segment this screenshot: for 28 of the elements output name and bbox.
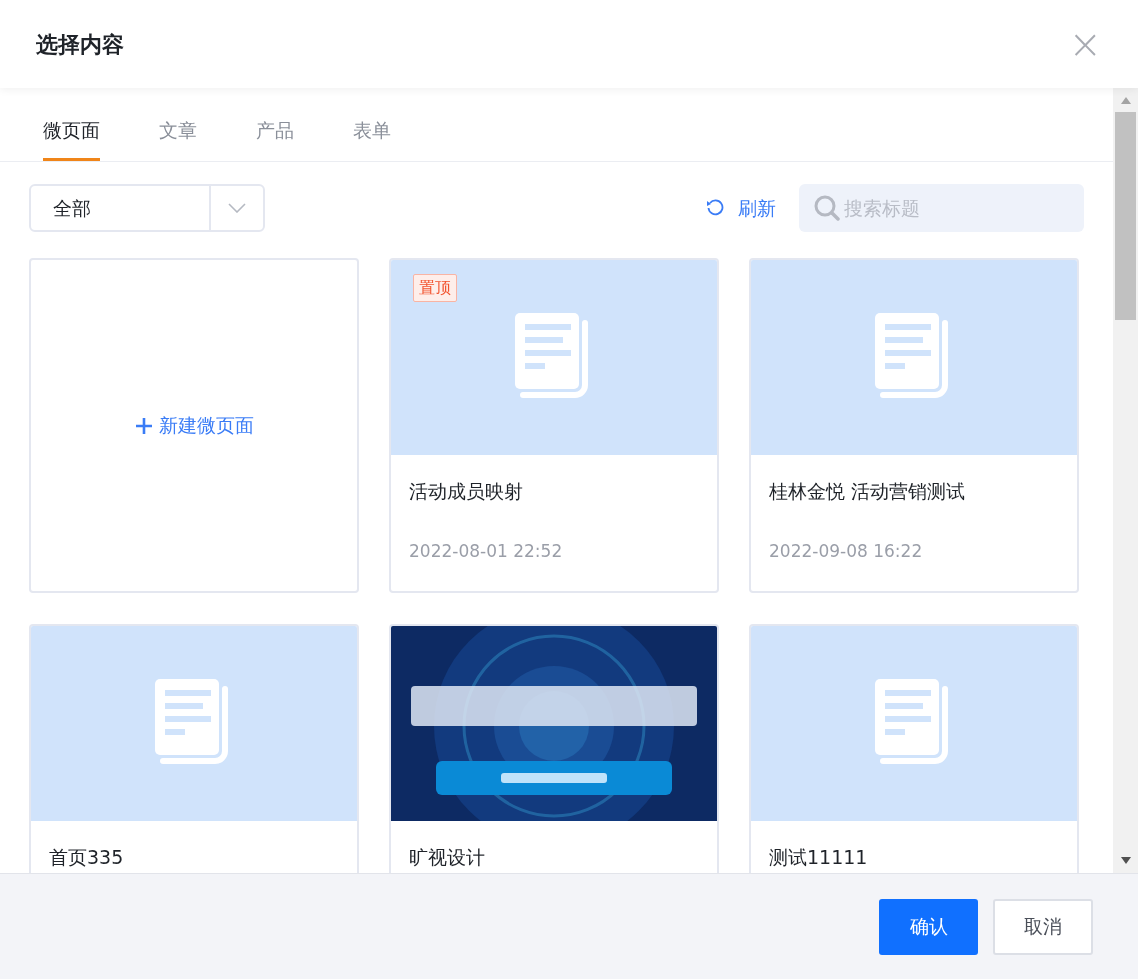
page-title: 测试11111 bbox=[769, 845, 869, 870]
page-date: 2022-09-08 16:22 bbox=[769, 539, 924, 563]
page-card[interactable]: 置顶 活动成员映射 2022-08-01 22:52 bbox=[389, 258, 719, 593]
category-select[interactable]: 全部 bbox=[29, 184, 265, 232]
scrollbar[interactable] bbox=[1113, 88, 1138, 873]
page-title: 活动成员映射 bbox=[409, 479, 524, 504]
page-date: 2022-08-01 22:52 bbox=[409, 539, 564, 563]
cancel-button[interactable]: 取消 bbox=[993, 898, 1093, 955]
scrollbar-thumb[interactable] bbox=[1115, 112, 1136, 320]
confirm-button[interactable]: 确认 bbox=[879, 898, 978, 955]
chevron-down-icon bbox=[228, 203, 246, 213]
page-title: 首页335 bbox=[49, 845, 125, 870]
dialog-title: 选择内容 bbox=[36, 30, 124, 59]
refresh-icon bbox=[706, 199, 724, 217]
plus-icon bbox=[134, 416, 153, 435]
page-title: 旷视设计 bbox=[409, 845, 486, 870]
search-icon bbox=[814, 195, 840, 221]
tab[interactable]: 微页面 bbox=[43, 115, 100, 161]
page-card[interactable]: 旷视设计 bbox=[389, 624, 719, 873]
page-card[interactable]: 桂林金悦 活动营销测试 2022-09-08 16:22 bbox=[749, 258, 1079, 593]
page-card[interactable]: 首页335 bbox=[29, 624, 359, 873]
page-card[interactable]: 测试11111 bbox=[749, 624, 1079, 873]
refresh-button[interactable]: 刷新 bbox=[706, 193, 776, 223]
page-title: 桂林金悦 活动营销测试 bbox=[769, 479, 967, 504]
pinned-tag: 置顶 bbox=[413, 274, 457, 302]
scroll-up-icon bbox=[1120, 97, 1131, 104]
scroll-down-icon bbox=[1120, 857, 1131, 864]
new-page-card[interactable]: 新建微页面 bbox=[29, 258, 359, 593]
